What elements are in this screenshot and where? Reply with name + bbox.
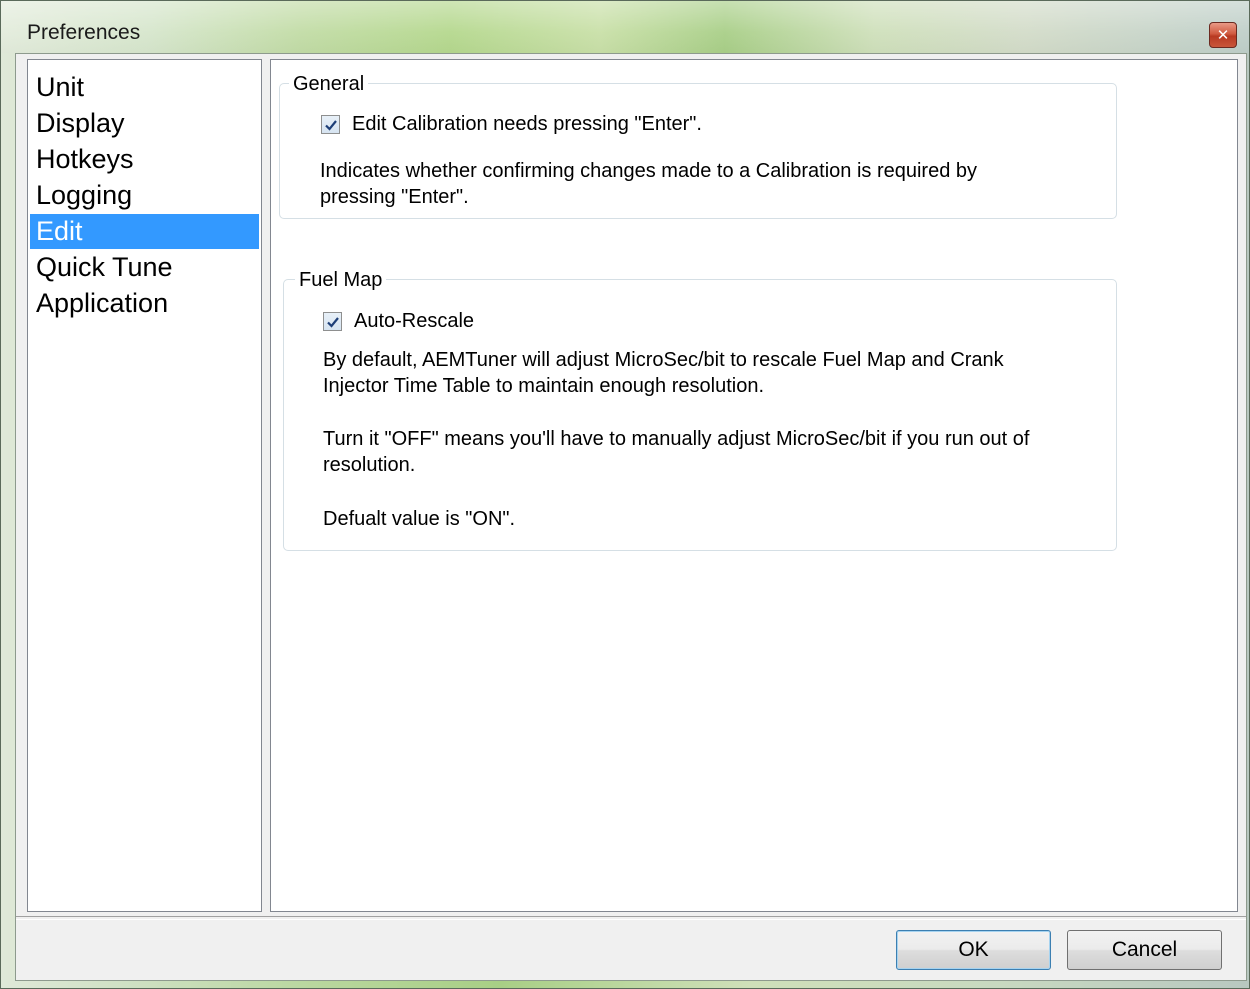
category-item-unit[interactable]: Unit — [30, 70, 259, 105]
fuel-map-paragraph2-line1: Turn it "OFF" means you'll have to manua… — [323, 428, 1030, 450]
edit-calibration-enter-option[interactable]: Edit Calibration needs pressing "Enter". — [321, 113, 702, 136]
category-item-application[interactable]: Application — [30, 286, 259, 321]
category-item-edit[interactable]: Edit — [30, 214, 259, 249]
edit-calibration-enter-checkbox[interactable] — [321, 115, 340, 134]
category-item-hotkeys[interactable]: Hotkeys — [30, 142, 259, 177]
general-group-title: General — [289, 72, 369, 96]
fuel-map-group-title: Fuel Map — [295, 268, 387, 292]
general-description-line2: pressing "Enter". — [320, 186, 469, 208]
preferences-window: Preferences ✕ Unit Display Hotkeys Loggi… — [0, 0, 1250, 989]
close-icon: ✕ — [1216, 26, 1230, 44]
window-title: Preferences — [27, 21, 141, 44]
category-item-display[interactable]: Display — [30, 106, 259, 141]
title-bar[interactable]: Preferences ✕ — [1, 1, 1249, 53]
fuel-map-paragraph1-line1: By default, AEMTuner will adjust MicroSe… — [323, 349, 1004, 371]
cancel-button[interactable]: Cancel — [1067, 930, 1222, 970]
checkmark-icon — [327, 317, 339, 328]
category-item-logging[interactable]: Logging — [30, 178, 259, 213]
category-item-quick-tune[interactable]: Quick Tune — [30, 250, 259, 285]
button-bar-divider — [16, 916, 1246, 920]
fuel-map-paragraph3: Defualt value is "ON". — [323, 508, 516, 530]
fuel-map-paragraph1-line2: Injector Time Table to maintain enough r… — [323, 375, 765, 397]
checkmark-icon — [325, 120, 337, 131]
auto-rescale-option[interactable]: Auto-Rescale — [323, 310, 474, 333]
close-button[interactable]: ✕ — [1209, 22, 1237, 48]
ok-button[interactable]: OK — [896, 930, 1051, 970]
category-list[interactable]: Unit Display Hotkeys Logging Edit Quick … — [27, 59, 262, 912]
dialog-client-area: Unit Display Hotkeys Logging Edit Quick … — [15, 53, 1247, 981]
fuel-map-paragraph2-line2: resolution. — [323, 454, 416, 476]
edit-calibration-enter-label: Edit Calibration needs pressing "Enter". — [352, 113, 702, 135]
auto-rescale-label: Auto-Rescale — [354, 310, 475, 332]
auto-rescale-checkbox[interactable] — [323, 312, 342, 331]
general-description-line1: Indicates whether confirming changes mad… — [320, 160, 978, 182]
settings-panel: General Edit Calibration needs pressing … — [270, 59, 1238, 912]
